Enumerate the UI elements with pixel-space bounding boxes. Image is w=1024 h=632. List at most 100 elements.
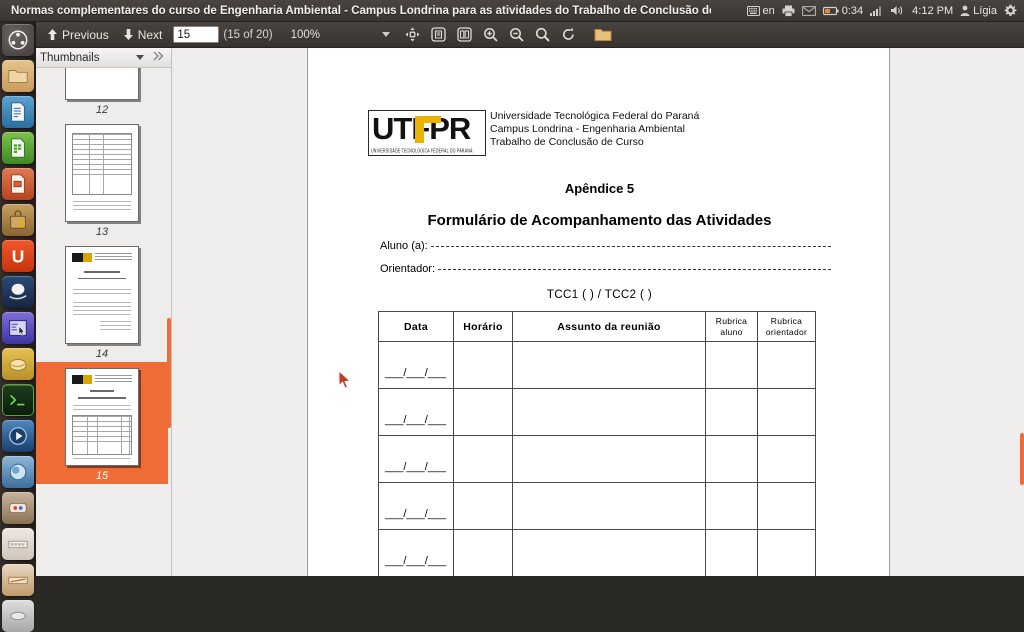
launcher-item-web-browser[interactable] xyxy=(2,456,34,488)
rotate-icon xyxy=(561,27,576,42)
logo-accent-bar xyxy=(415,116,424,143)
field-orientador-label: Orientador: xyxy=(380,263,435,275)
form-title: Formulário de Acompanhamento das Ativida… xyxy=(368,212,831,229)
next-page-button[interactable]: Next xyxy=(116,26,170,44)
keyboard-indicator[interactable]: en xyxy=(747,5,775,17)
close-sidebar-icon[interactable] xyxy=(153,51,165,64)
clock-indicator[interactable]: 4:12 PM xyxy=(912,5,953,17)
table-header-assunto: Assunto da reunião xyxy=(513,312,706,342)
page-number-input[interactable] xyxy=(173,26,219,43)
launcher-item-system-settings[interactable] xyxy=(2,312,34,344)
cell-horario xyxy=(454,389,513,436)
search-button[interactable] xyxy=(529,24,555,46)
cell-horario xyxy=(454,530,513,577)
launcher-item-stack-4[interactable] xyxy=(2,600,34,632)
launcher-item-terminal[interactable] xyxy=(2,384,34,416)
signal-icon xyxy=(870,6,883,16)
table-header-rubrica-aluno: Rubrica aluno xyxy=(706,312,758,342)
cell-rubrica-aluno xyxy=(706,483,758,530)
cell-rubrica-orientador xyxy=(758,342,816,389)
table-row: ___/___/___ xyxy=(379,436,816,483)
thumbnail-item[interactable]: 13 xyxy=(36,118,168,240)
battery-time-label: 0:34 xyxy=(842,5,863,17)
launcher-item-files[interactable] xyxy=(2,60,34,92)
launcher-item-ubuntu-one[interactable]: U xyxy=(2,240,34,272)
thumbnail-item-selected[interactable]: 15 xyxy=(36,362,168,484)
launcher-item-amazon[interactable] xyxy=(2,276,34,308)
zoom-in-button[interactable] xyxy=(477,24,503,46)
launcher-item-stack-2[interactable] xyxy=(2,528,34,560)
cell-rubrica-orientador xyxy=(758,483,816,530)
document-header: UTFPR UNIVERSIDADE TECNOLÓGICA FEDERAL D… xyxy=(368,48,831,156)
document-icon xyxy=(7,101,29,123)
document-header-text: Universidade Tecnológica Federal do Para… xyxy=(490,110,699,150)
fit-width-icon xyxy=(457,27,472,42)
panel-indicators: en 0:34 4:12 xyxy=(747,4,1024,17)
previous-page-button[interactable]: Previous xyxy=(40,26,116,44)
top-panel: Normas complementares do curso de Engenh… xyxy=(0,0,1024,22)
launcher-item-media-player[interactable] xyxy=(2,420,34,452)
cell-assunto xyxy=(513,530,706,577)
table-header-row: Data Horário Assunto da reunião Rubrica … xyxy=(379,312,816,342)
thumbnail-item[interactable]: 12 xyxy=(36,68,168,118)
launcher-item-libreoffice-calc[interactable] xyxy=(2,132,34,164)
launcher-item-libreoffice-writer[interactable] xyxy=(2,96,34,128)
user-menu[interactable]: Lígia xyxy=(960,5,997,17)
sidebar-scrollbar[interactable] xyxy=(167,318,171,428)
header-line-2: Campus Londrina - Engenharia Ambiental xyxy=(490,123,699,136)
cell-rubrica-aluno xyxy=(706,342,758,389)
cell-horario xyxy=(454,436,513,483)
volume-indicator[interactable] xyxy=(890,5,905,16)
cell-rubrica-orientador xyxy=(758,530,816,577)
spreadsheet-icon xyxy=(7,137,29,159)
open-folder-button[interactable] xyxy=(590,24,616,46)
next-arrow-icon xyxy=(123,28,134,41)
mail-indicator[interactable] xyxy=(802,6,816,16)
table-header-rubrica-orientador: Rubrica orientador xyxy=(758,312,816,342)
cell-assunto xyxy=(513,342,706,389)
launcher-item-ubuntu-software-center[interactable] xyxy=(2,204,34,236)
svg-text:U: U xyxy=(12,246,25,266)
launcher-item-stack-3[interactable] xyxy=(2,564,34,596)
page-view-scrollbar[interactable] xyxy=(1020,433,1024,485)
signal-indicator[interactable] xyxy=(870,6,883,16)
stack-icon xyxy=(7,533,29,555)
stack-icon xyxy=(7,497,29,519)
select-tool-button[interactable] xyxy=(399,24,425,46)
browser-globe-icon xyxy=(7,461,29,483)
next-page-label: Next xyxy=(138,28,163,42)
printer-icon xyxy=(782,5,795,17)
battery-indicator[interactable]: 0:34 xyxy=(823,5,863,17)
launcher-item-workspace-switcher[interactable] xyxy=(2,348,34,380)
cell-data: ___/___/___ xyxy=(379,436,454,483)
fit-page-button[interactable] xyxy=(425,24,451,46)
settings-window-icon xyxy=(7,317,29,339)
chevron-down-icon[interactable] xyxy=(136,55,144,60)
thumbnail-item[interactable]: 14 xyxy=(36,240,168,362)
launcher-item-stack-1[interactable] xyxy=(2,492,34,524)
printer-indicator[interactable] xyxy=(782,5,795,17)
cell-rubrica-aluno xyxy=(706,530,758,577)
thumbnails-list[interactable]: 12 13 xyxy=(36,68,172,576)
table-row: ___/___/___ xyxy=(379,389,816,436)
table-row: ___/___/___ xyxy=(379,530,816,577)
stack-icon xyxy=(7,605,29,627)
session-menu[interactable] xyxy=(1004,4,1017,17)
search-icon xyxy=(535,27,550,42)
table-header-horario: Horário xyxy=(454,312,513,342)
thumbnail-label: 12 xyxy=(96,104,108,116)
fit-width-button[interactable] xyxy=(451,24,477,46)
rotate-button[interactable] xyxy=(555,24,581,46)
document-content: UTFPR UNIVERSIDADE TECNOLÓGICA FEDERAL D… xyxy=(308,48,891,576)
cell-data: ___/___/___ xyxy=(379,389,454,436)
zoom-level-label: 100% xyxy=(291,29,320,41)
launcher-item-libreoffice-impress[interactable] xyxy=(2,168,34,200)
zoom-out-button[interactable] xyxy=(503,24,529,46)
page-view[interactable]: UTFPR UNIVERSIDADE TECNOLÓGICA FEDERAL D… xyxy=(172,48,1024,576)
volume-icon xyxy=(890,5,905,16)
zoom-in-icon xyxy=(483,27,498,42)
chevron-down-icon[interactable] xyxy=(382,32,390,37)
launcher-item-ubuntu-dash[interactable] xyxy=(2,24,34,56)
zoom-out-icon xyxy=(509,27,524,42)
sidebar-title: Thumbnails xyxy=(40,52,99,64)
